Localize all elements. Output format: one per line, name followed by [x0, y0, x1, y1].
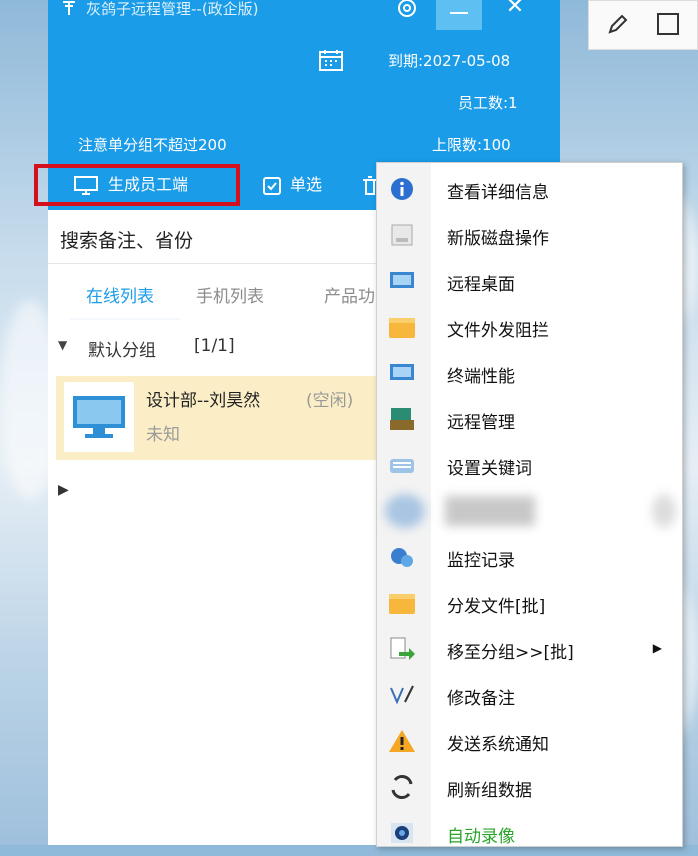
info-icon [391, 178, 413, 200]
single-select-label: 单选 [290, 175, 323, 194]
blurred-icon [385, 494, 425, 528]
menu-item-label: 移至分组>>[批] [447, 643, 574, 663]
group-limit-note: 注意单分组不超过200 [78, 136, 227, 154]
device-name: 设计部--刘昊然 [146, 391, 261, 411]
upper-limit: 上限数:100 [432, 136, 511, 154]
menu-item-label: 自动录像 [447, 827, 515, 847]
monitor-icon [390, 364, 414, 380]
menu-item-remote-management[interactable]: 远程管理 [377, 396, 682, 442]
menu-item-distribute-files[interactable]: 分发文件[批] [377, 580, 682, 626]
close-button[interactable]: ✕ [500, 0, 530, 19]
checkbox-icon [263, 176, 281, 195]
blurred-label [445, 496, 535, 526]
camera-icon [391, 823, 413, 843]
folder-icon [389, 318, 415, 338]
menu-item-file-outbound-block[interactable]: 文件外发阻拦 [377, 304, 682, 350]
menu-item-label: 发送系统通知 [447, 735, 549, 755]
settings-gear-icon[interactable] [392, 0, 422, 24]
floating-toolbar [588, 0, 698, 50]
menu-item-disk-operations[interactable]: 新版磁盘操作 [377, 212, 682, 258]
tab-online-list[interactable]: 在线列表 [86, 282, 154, 307]
close-icon: ✕ [505, 0, 525, 19]
calendar-icon [319, 50, 343, 71]
square-icon[interactable] [655, 11, 681, 37]
device-status: (空闲) [306, 391, 354, 411]
menu-item-terminal-performance[interactable]: 终端性能 [377, 350, 682, 396]
menu-item-label: 远程桌面 [447, 275, 515, 295]
tab-underline [70, 318, 180, 320]
menu-item-send-system-notice[interactable]: 发送系统通知 [377, 718, 682, 764]
tab-product[interactable]: 产品功 [324, 282, 375, 307]
device-location: 未知 [146, 425, 180, 445]
menu-item-view-details[interactable]: 查看详细信息 [377, 166, 682, 212]
edit-note-icon [390, 685, 414, 705]
menu-item-remote-desktop[interactable]: 远程桌面 [377, 258, 682, 304]
menu-item-set-keywords[interactable]: 设置关键词 [377, 442, 682, 488]
menu-item-label: 设置关键词 [447, 459, 532, 479]
minimize-icon [450, 12, 468, 14]
warning-icon [389, 730, 415, 752]
menu-item-blurred[interactable] [377, 488, 682, 534]
expiry-date: 到期:2027-05-08 [388, 52, 511, 70]
group-name: 默认分组 [88, 341, 156, 361]
single-select-button[interactable]: 单选 [262, 160, 322, 210]
collapsed-group-arrow[interactable]: ▶ [58, 482, 69, 498]
submenu-arrow-icon: ▶ [652, 641, 662, 655]
menu-item-label: 修改备注 [447, 689, 515, 709]
chevron-right-icon: ▶ [58, 482, 69, 498]
menu-item-auto-record[interactable]: 自动录像 [377, 810, 682, 856]
monitor-icon [74, 175, 98, 195]
menu-item-label: 远程管理 [447, 413, 515, 433]
window-title: 灰鸽子远程管理--(政企版) [86, 0, 259, 18]
move-file-icon [390, 637, 415, 660]
minimize-button[interactable] [436, 0, 482, 30]
menu-item-label: 监控记录 [447, 551, 515, 571]
computer-manage-icon [390, 408, 414, 430]
computer-icon [73, 396, 125, 438]
menu-item-move-to-group[interactable]: 移至分组>>[批] ▶ [377, 626, 682, 672]
device-icon [64, 382, 134, 452]
generate-employee-client-button[interactable]: 生成员工端 [74, 160, 188, 210]
chevron-down-icon: ▼ [58, 338, 68, 352]
keyboard-icon [390, 459, 414, 473]
menu-item-refresh-group-data[interactable]: 刷新组数据 [377, 764, 682, 810]
refresh-icon [391, 775, 413, 799]
menu-item-edit-note[interactable]: 修改备注 [377, 672, 682, 718]
search-input[interactable]: 搜索备注、省份 [60, 226, 193, 253]
employee-count: 员工数:1 [458, 94, 518, 112]
title-bar: 灰鸽子远程管理--(政企版) ✕ 到期:2027-05-08 员工数:1 注意单… [48, 0, 560, 160]
monitor-record-icon [391, 548, 413, 567]
menu-item-label: 终端性能 [447, 367, 515, 387]
context-menu: 查看详细信息 新版磁盘操作 远程桌面 文件外发阻拦 终端性能 远程管理 设置关键… [376, 162, 683, 847]
group-count: [1/1] [194, 336, 235, 356]
generate-employee-client-label: 生成员工端 [108, 175, 189, 194]
menu-item-monitor-records[interactable]: 监控记录 [377, 534, 682, 580]
monitor-icon [390, 272, 414, 288]
pencil-icon[interactable] [605, 11, 631, 37]
blurred-edge [652, 494, 676, 528]
menu-item-label: 新版磁盘操作 [447, 229, 549, 249]
tab-mobile-list[interactable]: 手机列表 [196, 282, 264, 307]
menu-item-label: 分发文件[批] [447, 597, 546, 617]
folder-icon [389, 594, 415, 614]
disk-icon [391, 224, 413, 246]
menu-item-label: 刷新组数据 [447, 781, 532, 801]
menu-item-label: 文件外发阻拦 [447, 321, 549, 341]
menu-item-label: 查看详细信息 [447, 183, 549, 203]
antenna-icon [63, 1, 75, 15]
